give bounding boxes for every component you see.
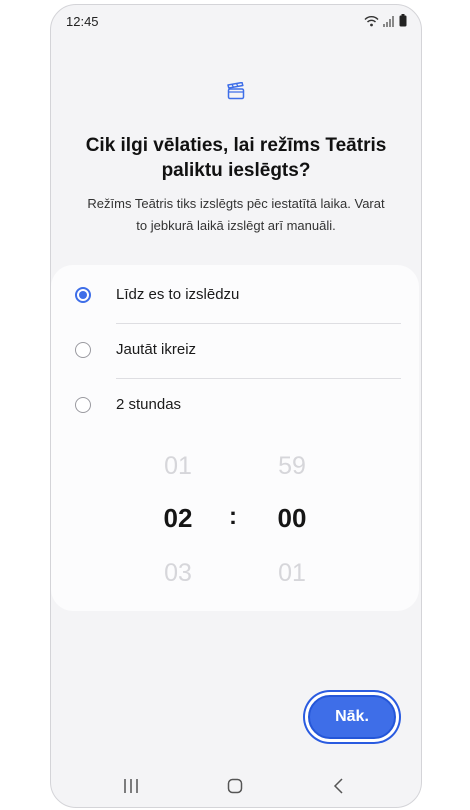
recent-apps-icon[interactable] [116, 775, 146, 797]
radio-2-hours[interactable] [75, 397, 91, 413]
page-title-line1: Cik ilgi vēlaties, lai režīms Teātris [85, 135, 387, 156]
battery-icon [399, 14, 407, 27]
time-separator: : [229, 503, 237, 530]
hour-prev[interactable]: 01 [148, 452, 208, 481]
page-subtitle: Režīms Teātris tiks izslēgts pēc iestatī… [71, 193, 401, 237]
home-icon[interactable] [220, 775, 250, 797]
back-icon[interactable] [324, 775, 354, 797]
option-until-turned-off[interactable]: Līdz es to izslēdzu [51, 269, 419, 324]
page-subtitle-line1: Režīms Teātris tiks izslēgts pēc iestatī… [87, 196, 385, 211]
radio-ask-every-time[interactable] [75, 342, 91, 358]
minute-prev[interactable]: 59 [262, 452, 322, 481]
radio-until-turned-off[interactable] [75, 287, 91, 303]
page-subtitle-line2: to jebkurā laikā izslēgt arī manuāli. [136, 218, 336, 233]
option-label: Līdz es to izslēdzu [116, 286, 240, 303]
minute-selected[interactable]: 00 [262, 503, 322, 534]
page-title-line2: paliktu ieslēgts? [161, 160, 311, 181]
minute-next[interactable]: 01 [262, 559, 322, 588]
page-title: Cik ilgi vēlaties, lai režīms Teātris pa… [71, 133, 401, 183]
status-icons [364, 14, 407, 27]
option-2-hours[interactable]: 2 stundas [51, 379, 419, 434]
option-label: 2 stundas [116, 396, 182, 413]
option-ask-every-time[interactable]: Jautāt ikreiz [51, 324, 419, 379]
clapperboard-icon [227, 82, 245, 100]
next-button[interactable]: Nāk. [308, 695, 396, 739]
hour-next[interactable]: 03 [148, 559, 208, 588]
status-time: 12:45 [66, 14, 99, 29]
wifi-icon [364, 16, 379, 27]
signal-icon [383, 16, 394, 27]
navigation-bar [51, 765, 421, 807]
hour-selected[interactable]: 02 [148, 503, 208, 534]
options-card: Līdz es to izslēdzu Jautāt ikreiz 2 stun… [51, 265, 419, 611]
option-label: Jautāt ikreiz [116, 341, 197, 358]
phone-frame: 12:45 Cik ilgi vēlaties, lai režīms Teāt… [50, 4, 422, 808]
status-bar: 12:45 [51, 5, 421, 39]
